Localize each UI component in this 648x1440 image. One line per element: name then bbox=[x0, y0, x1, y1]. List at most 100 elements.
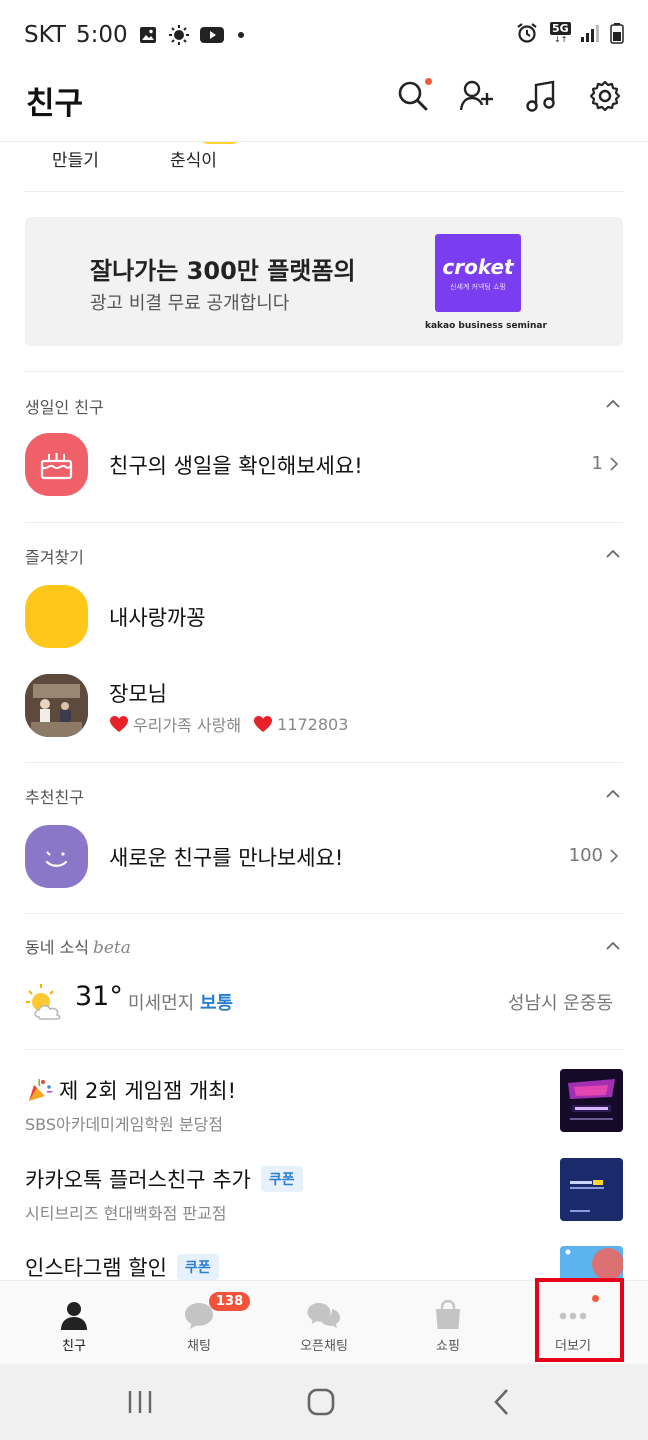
temperature: 31° bbox=[75, 981, 123, 1012]
location: 성남시 운중동 bbox=[507, 993, 613, 1014]
partly-cloudy-icon bbox=[26, 984, 61, 1020]
dust-status: 미세먼지 보통 bbox=[128, 989, 233, 1015]
croket-logo: croket 신세계 커넥팅 쇼핑 bbox=[435, 234, 521, 312]
network-type: 5G ↓↑ bbox=[550, 22, 571, 44]
friend-name: 내사랑까꽁 bbox=[109, 606, 206, 630]
chevron-up-icon[interactable] bbox=[606, 787, 620, 801]
home-button[interactable] bbox=[301, 1384, 341, 1420]
quick-item-create[interactable]: 만들기 bbox=[52, 146, 99, 171]
divider bbox=[25, 762, 623, 763]
alarm-icon bbox=[517, 23, 537, 43]
recent-apps-icon bbox=[128, 1391, 152, 1413]
divider bbox=[25, 522, 623, 523]
add-friend-button[interactable] bbox=[458, 76, 496, 116]
news-thumbnail bbox=[560, 1246, 623, 1280]
home-icon bbox=[307, 1388, 335, 1416]
news-item[interactable]: 카카오톡 플러스친구 추가 쿠폰 시티브리즈 현대백화점 판교점 bbox=[25, 1158, 623, 1228]
section-local-news-header: 동네 소식 beta bbox=[25, 934, 131, 958]
back-icon bbox=[494, 1389, 508, 1415]
weather-row[interactable]: 31° 미세먼지 보통 성남시 운중동 bbox=[25, 981, 623, 1023]
status-bar: SKT 5:00 5G ↓↑ bbox=[0, 0, 648, 72]
notification-dot-icon bbox=[237, 32, 244, 38]
quick-row: 만들기 춘식이 bbox=[24, 142, 624, 192]
carrier-label: SKT bbox=[24, 22, 66, 48]
news-title: 인스타그램 할인 bbox=[25, 1256, 167, 1280]
tab-label: 채팅 bbox=[187, 1339, 211, 1354]
recommended-count-value: 100 bbox=[568, 845, 603, 866]
news-item[interactable]: 제 2회 게임잼 개최! SBS아카데미게임학원 분당점 bbox=[25, 1069, 623, 1139]
news-item[interactable]: 인스타그램 할인 쿠폰 bbox=[25, 1246, 623, 1280]
search-icon bbox=[398, 81, 428, 111]
back-button[interactable] bbox=[482, 1384, 522, 1420]
favorite-row[interactable]: 내사랑까꽁 bbox=[25, 585, 623, 649]
friends-list[interactable]: 만들기 춘식이 잘나가는 300만 플랫폼의 광고 비결 무료 공개합니다 cr… bbox=[0, 142, 648, 1280]
favorite-row[interactable]: 장모님 우리가족 사랑해 1172803 bbox=[25, 674, 623, 738]
coupon-badge: 쿠폰 bbox=[260, 1166, 303, 1192]
news-thumbnail bbox=[560, 1069, 623, 1132]
quick-item-chunsik[interactable]: 춘식이 bbox=[170, 146, 217, 171]
recommended-row[interactable]: 새로운 친구를 만나보세요! 100 bbox=[25, 825, 623, 889]
friend-avatar bbox=[25, 585, 88, 648]
friend-avatar bbox=[25, 674, 88, 737]
battery-icon bbox=[610, 23, 624, 44]
birthday-row[interactable]: 친구의 생일을 확인해보세요! 1 bbox=[25, 433, 623, 497]
recent-apps-button[interactable] bbox=[120, 1384, 160, 1420]
dust-level: 보통 bbox=[199, 993, 234, 1014]
cake-icon bbox=[40, 453, 73, 480]
add-friend-icon bbox=[459, 80, 493, 111]
chevron-up-icon[interactable] bbox=[606, 547, 620, 561]
beta-label: beta bbox=[92, 938, 131, 958]
person-icon bbox=[61, 1302, 87, 1330]
brightness-icon bbox=[168, 25, 189, 45]
clock: 5:00 bbox=[75, 22, 128, 48]
recommended-title: 새로운 친구를 만나보세요! bbox=[109, 846, 344, 870]
gear-icon bbox=[589, 80, 621, 112]
news-title: 제 2회 게임잼 개최! bbox=[59, 1079, 237, 1103]
tab-label: 오픈채팅 bbox=[300, 1339, 348, 1354]
news-title-line: 제 2회 게임잼 개최! bbox=[25, 1075, 236, 1105]
birthday-title: 친구의 생일을 확인해보세요! bbox=[109, 454, 363, 478]
tab-shopping[interactable]: 쇼핑 bbox=[383, 1281, 513, 1365]
friend-name: 장모님 bbox=[109, 682, 167, 706]
page-title: 친구 bbox=[26, 86, 84, 122]
chevron-up-icon[interactable] bbox=[606, 939, 620, 953]
gamejam-poster-icon bbox=[560, 1069, 623, 1132]
section-birthday-header: 생일인 친구 bbox=[25, 398, 104, 417]
party-popper-icon bbox=[29, 1078, 53, 1101]
coupon-badge: 쿠폰 bbox=[176, 1254, 219, 1280]
news-title-line: 인스타그램 할인 쿠폰 bbox=[25, 1252, 219, 1280]
section-favorites-header: 즐겨찾기 bbox=[25, 548, 84, 567]
news-subtitle: 시티브리즈 현대백화점 판교점 bbox=[25, 1204, 227, 1223]
tab-chats[interactable]: 138 채팅 bbox=[134, 1281, 264, 1365]
unread-count-badge: 138 bbox=[209, 1292, 251, 1311]
ad-subtitle: 광고 비결 무료 공개합니다 bbox=[90, 293, 290, 314]
news-subtitle: SBS아카데미게임학원 분당점 bbox=[25, 1115, 224, 1134]
divider bbox=[25, 913, 623, 914]
settings-button[interactable] bbox=[586, 76, 624, 116]
ad-title: 잘나가는 300만 플랫폼의 bbox=[90, 257, 356, 285]
section-recommended-header: 추천친구 bbox=[25, 788, 84, 807]
birthday-cake-avatar bbox=[25, 433, 88, 496]
ad-logo-sub: 신세계 커넥팅 쇼핑 bbox=[450, 283, 506, 291]
tab-friends[interactable]: 친구 bbox=[9, 1281, 139, 1365]
plus-friend-poster-icon bbox=[560, 1158, 623, 1221]
tab-open-chat[interactable]: 오픈채팅 bbox=[259, 1281, 389, 1365]
friend-status: 우리가족 사랑해 1172803 bbox=[109, 712, 348, 736]
family-photo-icon bbox=[25, 674, 88, 737]
ad-banner[interactable]: 잘나가는 300만 플랫폼의 광고 비결 무료 공개합니다 croket 신세계… bbox=[25, 217, 623, 346]
chevron-up-icon[interactable] bbox=[606, 397, 620, 411]
ad-logo-word: croket bbox=[442, 255, 514, 279]
signal-icon bbox=[581, 25, 599, 42]
news-title: 카카오톡 플러스친구 추가 bbox=[25, 1168, 251, 1192]
ad-caption: kakao business seminar bbox=[425, 321, 547, 331]
local-news-title: 동네 소식 bbox=[25, 938, 89, 957]
tab-label: 쇼핑 bbox=[436, 1339, 460, 1354]
youtube-icon bbox=[199, 27, 224, 43]
search-button[interactable] bbox=[394, 76, 432, 116]
heart-icon bbox=[110, 716, 128, 732]
divider bbox=[25, 371, 623, 372]
music-icon bbox=[526, 80, 555, 112]
music-button[interactable] bbox=[522, 76, 560, 116]
chevron-right-icon bbox=[610, 848, 619, 863]
news-title-line: 카카오톡 플러스친구 추가 쿠폰 bbox=[25, 1164, 303, 1194]
